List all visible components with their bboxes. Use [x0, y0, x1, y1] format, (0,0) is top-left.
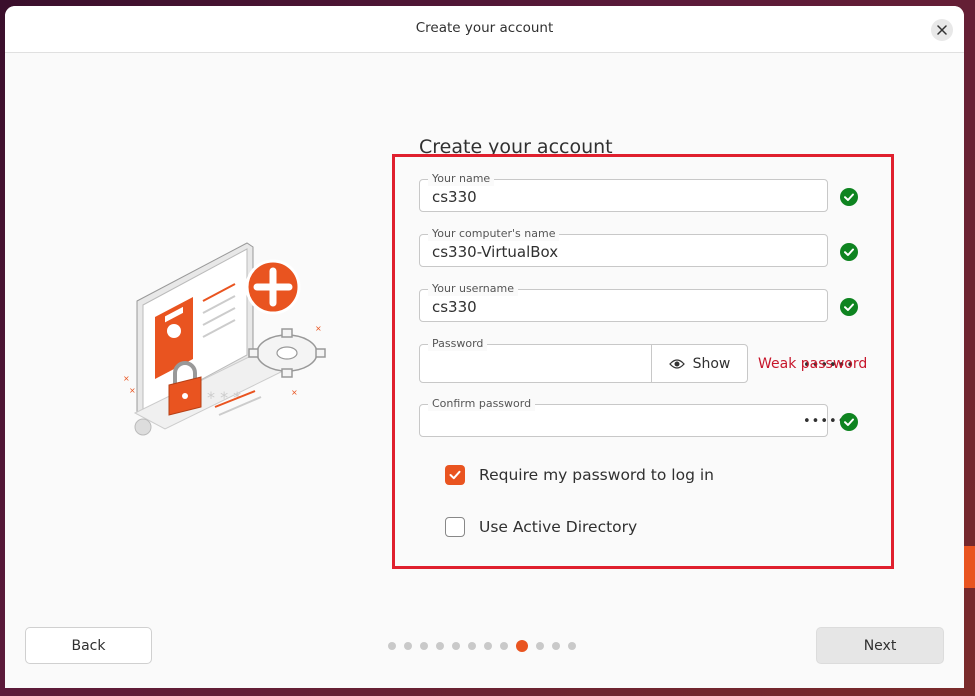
step-dot — [536, 642, 544, 650]
step-dot-current — [516, 640, 528, 652]
svg-text:×: × — [123, 374, 130, 383]
step-dot — [420, 642, 428, 650]
svg-text:×: × — [291, 388, 298, 397]
step-dot — [388, 642, 396, 650]
step-dot — [552, 642, 560, 650]
back-button[interactable]: Back — [25, 627, 152, 664]
step-dot — [452, 642, 460, 650]
highlight-annotation — [392, 154, 894, 569]
account-illustration: * * * × × × × — [123, 242, 326, 436]
close-icon — [937, 25, 947, 35]
window-title: Create your account — [415, 20, 554, 36]
installer-window: Create your account * * * × × × × Create… — [5, 6, 964, 688]
next-button[interactable]: Next — [816, 627, 944, 664]
step-dot — [500, 642, 508, 650]
desktop-wallpaper-edge — [964, 546, 975, 588]
step-dot — [568, 642, 576, 650]
step-indicator — [388, 640, 576, 652]
step-dot — [436, 642, 444, 650]
title-bar: Create your account — [5, 6, 964, 53]
step-dot — [468, 642, 476, 650]
step-dot — [404, 642, 412, 650]
step-dot — [484, 642, 492, 650]
svg-text:×: × — [129, 386, 136, 395]
svg-text:×: × — [315, 324, 322, 333]
close-button[interactable] — [931, 19, 953, 41]
